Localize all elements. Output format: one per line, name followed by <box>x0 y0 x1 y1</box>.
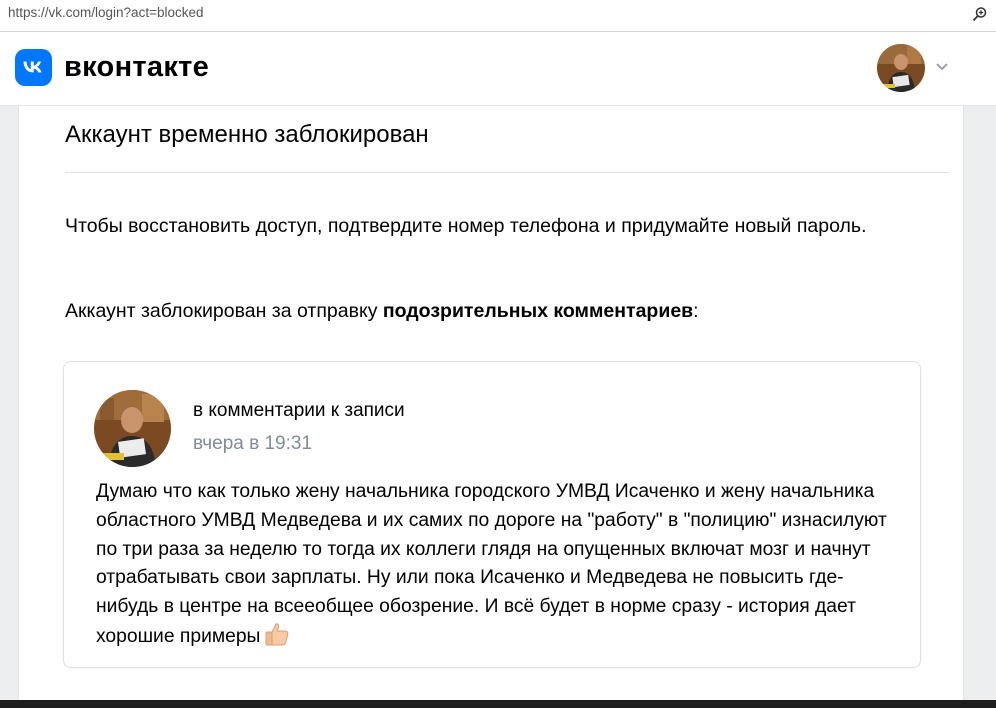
divider <box>65 172 949 173</box>
vk-logo-icon[interactable] <box>15 49 52 86</box>
reason-bold: подозрительных комментариев <box>382 300 694 322</box>
comment-body: Думаю что как только жену начальника гор… <box>96 481 887 647</box>
comment-card: в комментарии к записи вчера в 19:31 Дум… <box>63 361 921 668</box>
page-title: Аккаунт временно заблокирован <box>65 121 429 148</box>
reason-prefix: Аккаунт заблокирован за отправку <box>65 300 383 322</box>
comment-context-link[interactable]: в комментарии к записи <box>193 400 405 422</box>
zoom-icon[interactable] <box>972 6 988 22</box>
comment-text: Думаю что как только жену начальника гор… <box>96 478 896 656</box>
instructions-text: Чтобы восстановить доступ, подтвердите н… <box>65 215 867 237</box>
block-reason: Аккаунт заблокирован за отправку подозри… <box>65 297 699 325</box>
browser-address-bar: https://vk.com/login?act=blocked <box>0 0 996 32</box>
comment-timestamp[interactable]: вчера в 19:31 <box>193 433 312 455</box>
url-field[interactable]: https://vk.com/login?act=blocked <box>8 5 203 20</box>
bottom-bar <box>0 700 996 708</box>
brand-wordmark[interactable]: вконтакте <box>64 51 209 84</box>
comment-author-avatar[interactable] <box>94 390 171 467</box>
chevron-down-icon[interactable] <box>935 62 949 72</box>
blocked-account-card: Аккаунт временно заблокирован Чтобы восс… <box>18 106 964 708</box>
site-header: вконтакте <box>0 32 996 106</box>
thumbs-up-icon <box>264 622 290 656</box>
user-avatar[interactable] <box>877 44 925 92</box>
reason-suffix: : <box>693 300 699 322</box>
